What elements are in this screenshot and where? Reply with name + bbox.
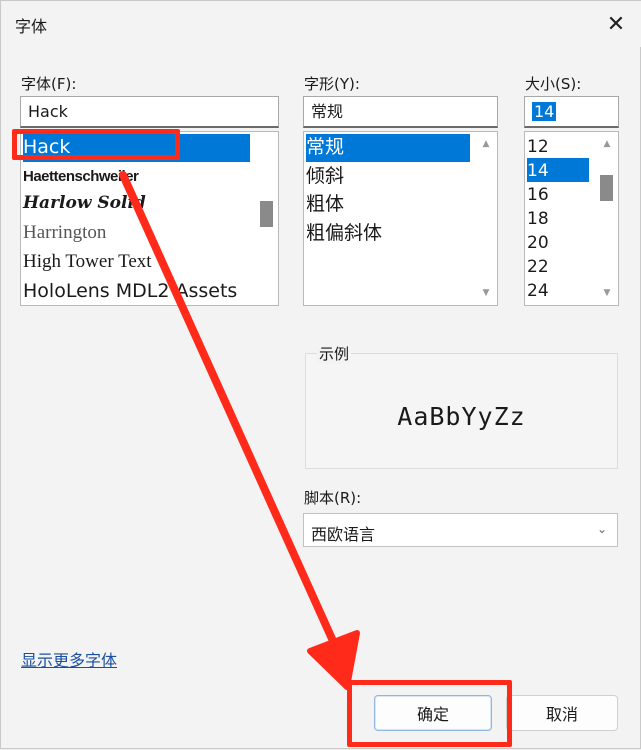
sample-label: 示例	[317, 343, 352, 364]
scroll-down-icon[interactable]: ▼	[476, 288, 496, 298]
font-item-high-tower-text[interactable]: High Tower Text	[23, 249, 152, 275]
size-item[interactable]: 18	[527, 206, 549, 232]
size-input[interactable]: 14	[524, 96, 619, 128]
size-list-scrollbar[interactable]: ▲ ▼	[597, 133, 617, 304]
script-label: 脚本(R):	[304, 489, 362, 507]
scroll-up-icon[interactable]: ▲	[597, 139, 617, 149]
cancel-button[interactable]: 取消	[506, 695, 618, 731]
font-item-harlow-solid[interactable]: Harlow Solid	[23, 190, 146, 216]
close-icon[interactable]: ✕	[599, 7, 633, 41]
font-list-scrollbar[interactable]	[257, 133, 277, 304]
sample-preview: AaBbYyZz	[305, 353, 618, 469]
size-label: 大小(S):	[525, 75, 582, 93]
scroll-up-icon[interactable]: ▲	[476, 139, 496, 149]
script-select-value: 西欧语言	[311, 525, 376, 544]
size-item-selected[interactable]: 14	[527, 158, 589, 182]
dialog-title: 字体	[15, 17, 48, 36]
font-item-harrington[interactable]: Harrington	[23, 220, 106, 246]
size-item[interactable]: 20	[527, 230, 549, 256]
style-list-scrollbar[interactable]: ▲ ▼	[476, 133, 496, 304]
size-scroll-thumb[interactable]	[600, 175, 613, 201]
sample-text: AaBbYyZz	[397, 402, 526, 431]
style-list[interactable]: 常规 倾斜 粗体 粗偏斜体 ▲ ▼	[303, 131, 498, 306]
title-bar: 字体 ✕	[1, 1, 641, 47]
size-input-value: 14	[532, 102, 557, 121]
style-item-regular[interactable]: 常规	[306, 134, 470, 162]
size-list[interactable]: 12 14 16 18 20 22 24 ▲ ▼	[524, 131, 619, 306]
chevron-down-icon: ⌄	[596, 522, 607, 536]
size-item[interactable]: 16	[527, 182, 549, 208]
style-item-bold[interactable]: 粗体	[306, 191, 344, 217]
font-item-haettenschweiler[interactable]: Haettenschweiler	[23, 164, 139, 190]
scroll-down-icon[interactable]: ▼	[597, 288, 617, 298]
font-dialog: 字体 ✕ 字体(F): Hack Hack Haettenschweiler H…	[0, 0, 641, 749]
size-item[interactable]: 24	[527, 278, 549, 304]
annotation-highlight-ok	[347, 680, 512, 747]
style-item-bold-italic[interactable]: 粗偏斜体	[306, 220, 382, 246]
style-item-italic[interactable]: 倾斜	[306, 163, 344, 189]
font-label: 字体(F):	[21, 75, 77, 93]
show-more-fonts-link[interactable]: 显示更多字体	[21, 647, 117, 671]
font-name-input[interactable]: Hack	[20, 96, 279, 128]
font-item-hololens-mdl2[interactable]: HoloLens MDL2 Assets	[23, 278, 237, 304]
style-input[interactable]: 常规	[303, 96, 498, 128]
script-select[interactable]: 西欧语言 ⌄	[303, 513, 618, 547]
annotation-highlight-font	[12, 129, 180, 160]
size-item[interactable]: 22	[527, 254, 549, 280]
size-item[interactable]: 12	[527, 134, 549, 160]
style-label: 字形(Y):	[304, 75, 360, 93]
font-scroll-thumb[interactable]	[260, 201, 273, 227]
